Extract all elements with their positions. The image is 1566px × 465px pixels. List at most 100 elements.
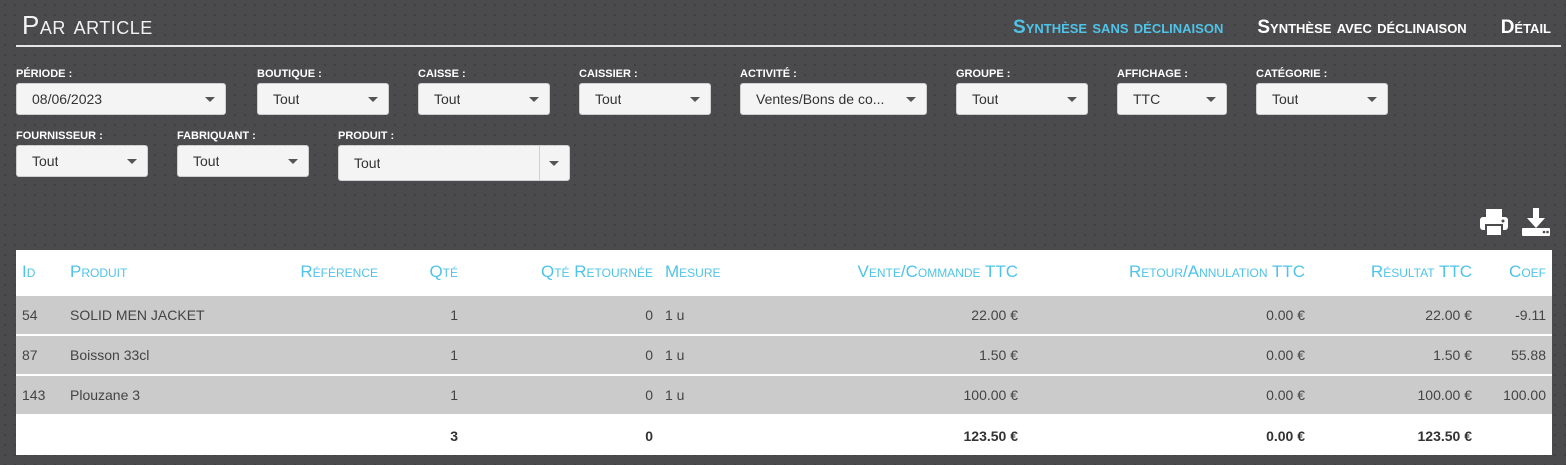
filter-caisse-label: Caisse : — [418, 68, 466, 80]
filter-activite: Activité : Ventes/Bons de co... — [740, 68, 927, 115]
chevron-down-icon — [690, 97, 700, 102]
cell-qte: 1 — [384, 294, 464, 335]
col-header-vente[interactable]: Vente/Commande TTC — [769, 250, 1024, 295]
table-row[interactable]: 143 Plouzane 3 1 0 1 u 100.00 € 0.00 € 1… — [16, 374, 1552, 415]
fournisseur-select[interactable]: Tout — [16, 145, 148, 177]
cell-reference — [254, 374, 384, 415]
cell-retour: 0.00 € — [1024, 374, 1311, 415]
filter-categorie-label: Catégorie : — [1256, 68, 1328, 80]
filter-caisse: Caisse : Tout — [418, 68, 550, 115]
table-row[interactable]: 54 SOLID MEN JACKET 1 0 1 u 22.00 € 0.00… — [16, 294, 1552, 335]
filter-boutique-label: Boutique : — [257, 68, 322, 80]
total-reference — [254, 414, 384, 455]
filter-produit-label: Produit : — [338, 130, 395, 142]
col-header-retour[interactable]: Retour/Annulation TTC — [1024, 250, 1311, 295]
cell-coef: -9.11 — [1478, 294, 1552, 335]
col-header-resultat[interactable]: Résultat TTC — [1311, 250, 1478, 295]
tab-synthese-avec-declinaison[interactable]: Synthèse avec déclinaison — [1257, 17, 1466, 39]
col-header-coef[interactable]: Coef — [1478, 250, 1552, 295]
download-icon[interactable] — [1520, 206, 1552, 238]
filter-fournisseur-label: Fournisseur : — [16, 130, 103, 142]
total-coef — [1478, 414, 1552, 455]
table-header-row: Id Produit Référence Qté Qté Retournée M… — [16, 250, 1552, 295]
cell-mesure: 1 u — [659, 294, 769, 335]
caisse-select[interactable]: Tout — [418, 83, 550, 115]
col-header-id[interactable]: Id — [16, 250, 64, 295]
cell-resultat: 1.50 € — [1311, 334, 1478, 375]
cell-qte: 1 — [384, 334, 464, 375]
cell-coef: 100.00 — [1478, 374, 1552, 415]
table-row[interactable]: 87 Boisson 33cl 1 0 1 u 1.50 € 0.00 € 1.… — [16, 334, 1552, 375]
filter-affichage-label: Affichage : — [1117, 68, 1188, 80]
chevron-down-icon — [906, 97, 916, 102]
tab-detail[interactable]: Détail — [1501, 17, 1551, 39]
produit-select[interactable]: Tout — [338, 145, 570, 181]
total-produit — [64, 414, 254, 455]
fabriquant-select[interactable]: Tout — [177, 145, 309, 177]
filter-produit: Produit : Tout — [338, 130, 570, 181]
cell-qte: 1 — [384, 374, 464, 415]
cell-qte-retournee: 0 — [464, 334, 659, 375]
cell-reference — [254, 334, 384, 375]
results-table-container: Id Produit Référence Qté Qté Retournée M… — [16, 250, 1552, 455]
col-header-qte-retournee[interactable]: Qté Retournée — [464, 250, 659, 295]
chevron-down-icon — [368, 97, 378, 102]
view-tabs: Synthèse sans déclinaison Synthèse avec … — [1013, 17, 1551, 39]
periode-select[interactable]: 08/06/2023 — [16, 83, 226, 115]
cell-qte-retournee: 0 — [464, 374, 659, 415]
categorie-select[interactable]: Tout — [1256, 83, 1388, 115]
produit-dropdown-toggle[interactable] — [539, 146, 569, 180]
col-header-mesure[interactable]: Mesure — [659, 250, 769, 295]
filter-boutique: Boutique : Tout — [257, 68, 389, 115]
groupe-select[interactable]: Tout — [956, 83, 1088, 115]
chevron-down-icon — [529, 97, 539, 102]
cell-resultat: 100.00 € — [1311, 374, 1478, 415]
total-vente: 123.50 € — [769, 414, 1024, 455]
boutique-select[interactable]: Tout — [257, 83, 389, 115]
page-title: Par article — [22, 10, 153, 40]
filter-caissier-label: Caissier : — [579, 68, 638, 80]
cell-vente: 100.00 € — [769, 374, 1024, 415]
filter-groupe: Groupe : Tout — [956, 68, 1088, 115]
chevron-down-icon — [127, 159, 137, 164]
table-totals-row: 3 0 123.50 € 0.00 € 123.50 € — [16, 414, 1552, 455]
total-qte-retournee: 0 — [464, 414, 659, 455]
caissier-select[interactable]: Tout — [579, 83, 711, 115]
affichage-select[interactable]: TTC — [1117, 83, 1227, 115]
cell-retour: 0.00 € — [1024, 334, 1311, 375]
cell-produit: Plouzane 3 — [64, 374, 254, 415]
chevron-down-icon — [288, 159, 298, 164]
cell-vente: 1.50 € — [769, 334, 1024, 375]
filter-fabriquant-label: Fabriquant : — [177, 130, 256, 142]
cell-id: 54 — [16, 294, 64, 335]
cell-mesure: 1 u — [659, 374, 769, 415]
filter-caissier: Caissier : Tout — [579, 68, 711, 115]
chevron-down-icon — [205, 97, 215, 102]
cell-coef: 55.88 — [1478, 334, 1552, 375]
cell-vente: 22.00 € — [769, 294, 1024, 335]
chevron-down-icon — [549, 161, 559, 166]
filter-fournisseur: Fournisseur : Tout — [16, 130, 148, 177]
cell-id: 143 — [16, 374, 64, 415]
toolbar — [1478, 206, 1552, 238]
cell-qte-retournee: 0 — [464, 294, 659, 335]
activite-select[interactable]: Ventes/Bons de co... — [740, 83, 927, 115]
cell-produit: SOLID MEN JACKET — [64, 294, 254, 335]
chevron-down-icon — [1067, 97, 1077, 102]
print-icon[interactable] — [1478, 206, 1510, 238]
col-header-reference[interactable]: Référence — [254, 250, 384, 295]
total-retour: 0.00 € — [1024, 414, 1311, 455]
chevron-down-icon — [1206, 97, 1216, 102]
cell-retour: 0.00 € — [1024, 294, 1311, 335]
cell-reference — [254, 294, 384, 335]
col-header-produit[interactable]: Produit — [64, 250, 254, 295]
page-header: Par article Synthèse sans déclinaison Sy… — [16, 0, 1561, 47]
results-table: Id Produit Référence Qté Qté Retournée M… — [16, 250, 1552, 455]
total-resultat: 123.50 € — [1311, 414, 1478, 455]
total-mesure — [659, 414, 769, 455]
filter-activite-label: Activité : — [740, 68, 797, 80]
tab-synthese-sans-declinaison[interactable]: Synthèse sans déclinaison — [1013, 17, 1223, 39]
filter-affichage: Affichage : TTC — [1117, 68, 1227, 115]
col-header-qte[interactable]: Qté — [384, 250, 464, 295]
filter-fabriquant: Fabriquant : Tout — [177, 130, 309, 177]
